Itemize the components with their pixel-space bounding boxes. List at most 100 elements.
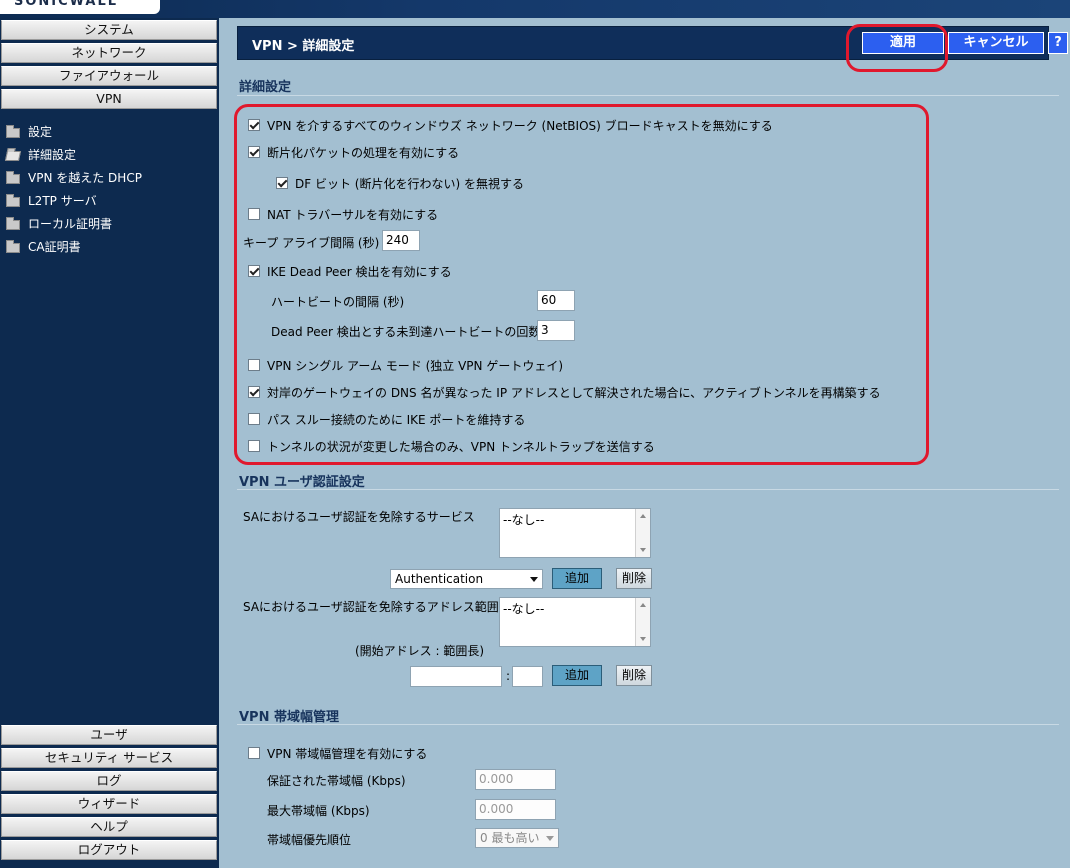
sidebar-item-label: CA証明書 (28, 240, 81, 254)
vpn-submenu: 設定 詳細設定 VPN を越えた DHCP L2TP サーバ ローカル証明書 C… (0, 122, 219, 260)
sidebar-item-local-certificates[interactable]: ローカル証明書 (0, 214, 219, 237)
page-title: VPN > 詳細設定 (252, 39, 355, 54)
bandwidth-enable-checkbox[interactable] (248, 747, 260, 759)
scrollbar[interactable] (635, 509, 650, 557)
apply-button[interactable]: 適用 (862, 32, 944, 54)
chevron-down-icon (546, 836, 554, 841)
df-bit-option: DF ビット (断片化を行わない) を無視する (276, 174, 524, 192)
logo-text: SONICWALL (14, 0, 119, 9)
tunnel-trap-option: トンネルの状況が変更した場合のみ、VPN トンネルトラップを送信する (248, 437, 655, 455)
bandwidth-priority-select[interactable]: 0 最も高い (475, 828, 559, 848)
ike-dpd-option: IKE Dead Peer 検出を有効にする (248, 262, 452, 280)
netbios-label: VPN を介するすべてのウィンドウズ ネットワーク (NetBIOS) ブロード… (267, 118, 773, 133)
bandwidth-priority-label: 帯域幅優先順位 (267, 833, 352, 847)
sidebar-menu-network[interactable]: ネットワーク (1, 43, 217, 63)
sidebar-menu-logout[interactable]: ログアウト (1, 840, 217, 860)
folder-open-icon (4, 151, 22, 161)
section-divider (237, 95, 1059, 96)
single-arm-label: VPN シングル アーム モード (独立 VPN ゲートウェイ) (267, 358, 564, 373)
sidebar-item-advanced[interactable]: 詳細設定 (0, 145, 219, 168)
scrollbar[interactable] (635, 598, 650, 646)
delete-service-button[interactable]: 削除 (616, 568, 652, 589)
delete-range-button[interactable]: 削除 (616, 665, 652, 686)
fragment-label: 断片化パケットの処理を有効にする (267, 145, 460, 160)
sidebar-menu-system[interactable]: システム (1, 20, 217, 40)
bandwidth-priority-value: 0 最も高い (480, 831, 540, 845)
nat-traversal-checkbox[interactable] (248, 208, 260, 220)
dns-rebuild-checkbox[interactable] (248, 386, 260, 398)
sidebar-menu-vpn[interactable]: VPN (1, 89, 217, 109)
netbios-option: VPN を介するすべてのウィンドウズ ネットワーク (NetBIOS) ブロード… (248, 116, 773, 134)
missed-heartbeats-input[interactable]: 3 (537, 320, 575, 341)
bandwidth-enable-label: VPN 帯域幅管理を有効にする (267, 746, 428, 761)
ike-port-checkbox[interactable] (248, 413, 260, 425)
sidebar-item-settings[interactable]: 設定 (0, 122, 219, 145)
max-bandwidth-input[interactable]: 0.000 (475, 799, 556, 820)
main-content: VPN > 詳細設定 適用 キャンセル ? 詳細設定 VPN を介するすべてのウ… (219, 18, 1070, 868)
guaranteed-bandwidth-input[interactable]: 0.000 (475, 769, 556, 790)
sidebar-item-label: L2TP サーバ (28, 194, 97, 208)
folder-icon (6, 171, 20, 184)
chevron-down-icon (530, 577, 538, 582)
scroll-up-icon[interactable] (640, 514, 646, 518)
sidebar-menu-wizard[interactable]: ウィザード (1, 794, 217, 814)
dns-rebuild-option: 対岸のゲートウェイの DNS 名が異なった IP アドレスとして解決された場合に… (248, 383, 881, 401)
netbios-checkbox[interactable] (248, 119, 260, 131)
list-item[interactable]: --なし-- (503, 602, 544, 616)
add-service-button[interactable]: 追加 (552, 568, 602, 589)
list-item[interactable]: --なし-- (503, 513, 544, 527)
exempt-range-label: SAにおけるユーザ認証を免除するアドレス範囲 (243, 600, 499, 614)
nat-traversal-label: NAT トラバーサルを有効にする (267, 207, 439, 222)
folder-icon (6, 194, 20, 207)
section-title-user-auth: VPN ユーザ認証設定 (239, 475, 365, 490)
guaranteed-bandwidth-label: 保証された帯域幅 (Kbps) (267, 774, 406, 788)
sidebar-menu-security-services[interactable]: セキュリティ サービス (1, 748, 217, 768)
service-select-value: Authentication (395, 572, 484, 586)
exempt-range-list[interactable]: --なし-- (499, 597, 651, 647)
single-arm-option: VPN シングル アーム モード (独立 VPN ゲートウェイ) (248, 356, 563, 374)
keepalive-input[interactable]: 240 (382, 230, 420, 251)
page-titlebar: VPN > 詳細設定 適用 キャンセル ? (237, 26, 1068, 60)
df-bit-checkbox[interactable] (276, 177, 288, 189)
section-divider (237, 489, 1059, 490)
range-length-input[interactable] (512, 666, 543, 687)
ike-port-option: パス スルー接続のために IKE ポートを維持する (248, 410, 525, 428)
range-colon: : (506, 669, 511, 683)
range-start-input[interactable] (410, 666, 502, 687)
sidebar-item-label: 詳細設定 (28, 148, 77, 162)
sidebar-menu-log[interactable]: ログ (1, 771, 217, 791)
section-title-advanced: 詳細設定 (239, 80, 292, 95)
sidebar-item-ca-certificates[interactable]: CA証明書 (0, 237, 219, 260)
sidebar-menu-firewall[interactable]: ファイアウォール (1, 66, 217, 86)
help-button[interactable]: ? (1048, 32, 1068, 54)
cancel-button[interactable]: キャンセル (948, 32, 1044, 54)
keepalive-label: キープ アライブ間隔 (秒) (243, 236, 380, 250)
sonicwall-logo: SONICWALL (0, 0, 160, 14)
sidebar-item-dhcp-over-vpn[interactable]: VPN を越えた DHCP (0, 168, 219, 191)
sidebar-menu-users[interactable]: ユーザ (1, 725, 217, 745)
sidebar-item-l2tp-server[interactable]: L2TP サーバ (0, 191, 219, 214)
heartbeat-input[interactable]: 60 (537, 290, 575, 311)
top-banner: SONICWALL (0, 0, 1070, 18)
scroll-down-icon[interactable] (640, 637, 646, 641)
sidebar-item-label: VPN を越えた DHCP (28, 171, 142, 185)
sidebar: システム ネットワーク ファイアウォール VPN 設定 詳細設定 VPN を越え… (0, 18, 219, 868)
folder-icon (6, 240, 20, 253)
df-bit-label: DF ビット (断片化を行わない) を無視する (295, 176, 524, 191)
add-range-button[interactable]: 追加 (552, 665, 602, 686)
sidebar-menu-help[interactable]: ヘルプ (1, 817, 217, 837)
service-select[interactable]: Authentication (390, 569, 543, 589)
bandwidth-enable-option: VPN 帯域幅管理を有効にする (248, 744, 427, 762)
ike-dpd-label: IKE Dead Peer 検出を有効にする (267, 264, 452, 279)
folder-icon (6, 125, 20, 138)
nat-traversal-option: NAT トラバーサルを有効にする (248, 205, 438, 223)
heartbeat-label: ハートビートの間隔 (秒) (271, 295, 405, 309)
single-arm-checkbox[interactable] (248, 359, 260, 371)
ike-port-label: パス スルー接続のために IKE ポートを維持する (267, 412, 526, 427)
scroll-up-icon[interactable] (640, 603, 646, 607)
exempt-services-list[interactable]: --なし-- (499, 508, 651, 558)
scroll-down-icon[interactable] (640, 548, 646, 552)
ike-dpd-checkbox[interactable] (248, 265, 260, 277)
fragment-checkbox[interactable] (248, 146, 260, 158)
tunnel-trap-checkbox[interactable] (248, 440, 260, 452)
